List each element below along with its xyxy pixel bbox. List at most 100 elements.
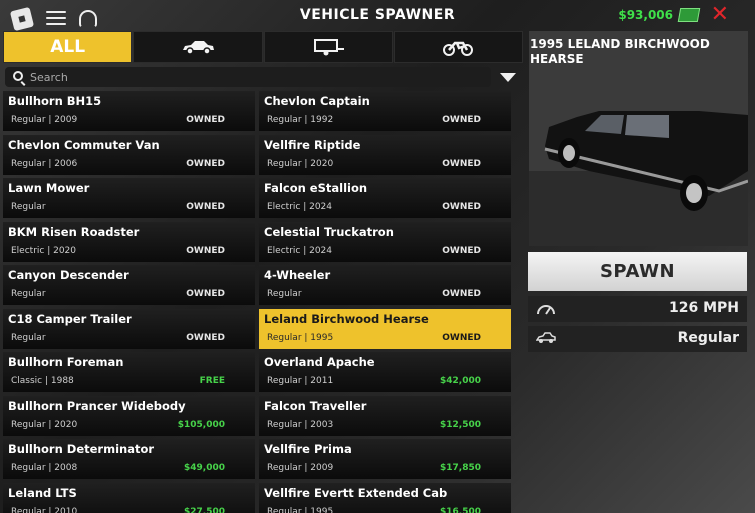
vehicle-name: Falcon Traveller	[264, 398, 367, 413]
vehicle-meta: Regular | 2003	[267, 419, 334, 430]
vehicle-meta: Regular | 2006	[11, 158, 78, 169]
vehicle-meta: Regular	[11, 202, 46, 212]
vehicle-name: Vellfire Evertt Extended Cab	[264, 485, 448, 500]
vehicle-name: Chevlon Commuter Van	[8, 137, 160, 152]
trailer-icon	[314, 39, 345, 56]
vehicle-name: Vellfire Prima	[264, 442, 352, 456]
tab-all[interactable]: ALL	[3, 31, 133, 63]
vehicle-name: Chevlon Captain	[264, 94, 370, 108]
vehicle-card[interactable]: Leland LTS Regular | 2010 $27,500	[3, 482, 255, 513]
tab-cars[interactable]	[133, 31, 263, 63]
selected-vehicle-title: 1995 LELAND BIRCHWOOD HEARSE	[530, 37, 710, 66]
vehicle-status: OWNED	[442, 115, 481, 125]
vehicle-name: Bullhorn Foreman	[8, 355, 124, 369]
speed-stat: 126 MPH	[528, 296, 747, 322]
vehicle-card[interactable]: Lawn Mower Regular OWNED	[3, 178, 255, 218]
vehicle-status: $27,500	[184, 506, 225, 513]
vehicle-meta: Regular | 2009	[11, 115, 78, 125]
car-icon	[182, 41, 214, 55]
search-icon	[13, 71, 23, 81]
close-button[interactable]: ✕	[711, 2, 729, 27]
vehicle-name: Leland LTS	[8, 485, 77, 500]
vehicle-meta: Regular | 1995	[267, 332, 334, 343]
tab-motorcycles[interactable]	[393, 31, 523, 63]
vehicle-card[interactable]: C18 Camper Trailer Regular OWNED	[3, 308, 255, 349]
vehicle-card[interactable]: Canyon Descender Regular OWNED	[3, 265, 255, 305]
vehicle-card[interactable]: Overland Apache Regular | 2011 $42,000	[259, 352, 511, 392]
top-bar: VEHICLE SPAWNER $93,006 ✕	[0, 0, 755, 32]
vehicle-card[interactable]: Celestial Truckatron Electric | 2024 OWNED	[259, 221, 511, 262]
vehicle-card[interactable]: Bullhorn Foreman Classic | 1988 FREE	[3, 352, 255, 392]
vehicle-list: Bullhorn BH15 Regular | 2009 OWNED Chevlon …	[3, 91, 513, 513]
vehicle-status: OWNED	[442, 245, 481, 256]
vehicle-meta: Regular | 2009	[267, 463, 334, 473]
vehicle-name: Bullhorn Determinator	[8, 442, 155, 456]
vehicle-name: Celestial Truckatron	[264, 224, 394, 239]
vehicle-meta: Regular	[11, 332, 46, 343]
speed-value: 126 MPH	[668, 300, 739, 316]
vehicle-name: BKM Risen Roadster	[8, 224, 140, 239]
vehicle-name: Leland Birchwood Hearse	[264, 311, 429, 326]
vehicle-card[interactable]: Chevlon Commuter Van Regular | 2006 OWNED	[3, 134, 255, 175]
vehicle-status: OWNED	[186, 158, 225, 169]
sort-dropdown-icon[interactable]	[500, 73, 516, 82]
class-stat: Regular	[528, 326, 747, 352]
vehicle-meta: Regular | 2008	[11, 463, 78, 473]
vehicle-name: Overland Apache	[264, 355, 375, 369]
vehicle-card[interactable]: Vellfire Evertt Extended Cab Regular | 19…	[259, 482, 511, 513]
vehicle-status: $49,000	[184, 463, 225, 473]
vehicle-meta: Regular | 2011	[267, 376, 334, 386]
vehicle-card[interactable]: BKM Risen Roadster Electric | 2020 OWNED	[3, 221, 255, 262]
vehicle-card[interactable]: Bullhorn Prancer Widebody Regular | 2020 $…	[3, 395, 255, 436]
tab-all-label: ALL	[50, 37, 86, 57]
vehicle-card[interactable]: 4-Wheeler Regular OWNED	[259, 265, 511, 305]
vehicle-status: OWNED	[442, 158, 481, 169]
vehicle-name: Bullhorn Prancer Widebody	[8, 398, 186, 413]
vehicle-name: Bullhorn BH15	[8, 94, 102, 108]
vehicle-meta: Electric | 2024	[267, 202, 333, 212]
class-value: Regular	[677, 330, 739, 346]
vehicle-name: 4-Wheeler	[264, 268, 331, 282]
vehicle-name: Falcon eStallion	[264, 181, 368, 195]
vehicle-card[interactable]: Leland Birchwood Hearse Regular | 1995 OWN…	[259, 308, 511, 349]
vehicle-name: Lawn Mower	[8, 181, 90, 195]
vehicle-status: $17,850	[440, 463, 481, 473]
category-tabs: ALL	[3, 31, 524, 63]
vehicle-status: OWNED	[186, 202, 225, 212]
vehicle-meta: Regular | 2020	[267, 158, 334, 169]
vehicle-card[interactable]: Chevlon Captain Regular | 1992 OWNED	[259, 91, 511, 131]
vehicle-meta: Regular | 2020	[11, 419, 78, 430]
vehicle-card[interactable]: Bullhorn Determinator Regular | 2008 $49,0…	[3, 439, 255, 479]
cash-icon	[677, 8, 701, 22]
vehicle-status: $16,500	[440, 506, 481, 513]
vehicle-card[interactable]: Vellfire Riptide Regular | 2020 OWNED	[259, 134, 511, 175]
motorcycle-icon	[443, 41, 474, 56]
vehicle-meta: Electric | 2024	[267, 245, 333, 256]
vehicle-card[interactable]: Bullhorn BH15 Regular | 2009 OWNED	[3, 91, 255, 131]
vehicle-status: FREE	[199, 376, 225, 386]
vehicle-card[interactable]: Falcon eStallion Electric | 2024 OWNED	[259, 178, 511, 218]
vehicle-status: $42,000	[440, 376, 481, 386]
vehicle-name: C18 Camper Trailer	[8, 311, 132, 326]
vehicle-status: OWNED	[186, 245, 225, 256]
vehicle-status: $105,000	[177, 419, 225, 430]
vehicle-status: OWNED	[186, 115, 225, 125]
vehicle-meta: Regular | 1995	[267, 506, 334, 513]
vehicle-meta: Electric | 2020	[11, 245, 77, 256]
vehicle-status: OWNED	[442, 289, 481, 299]
vehicle-status: OWNED	[442, 202, 481, 212]
search-input[interactable]	[30, 69, 480, 85]
vehicle-card[interactable]: Vellfire Prima Regular | 2009 $17,850	[259, 439, 511, 479]
vehicle-status: OWNED	[186, 289, 225, 299]
vehicle-card[interactable]: Falcon Traveller Regular | 2003 $12,500	[259, 395, 511, 436]
tab-trailers[interactable]	[263, 31, 393, 63]
vehicle-meta: Regular | 2010	[11, 506, 78, 513]
vehicle-meta: Regular | 1992	[267, 115, 334, 125]
vehicle-status: OWNED	[442, 332, 481, 343]
vehicle-status: OWNED	[186, 332, 225, 343]
vehicle-meta: Regular	[11, 289, 46, 299]
spawn-button[interactable]: SPAWN	[528, 252, 747, 291]
vehicle-meta: Regular	[267, 289, 302, 299]
vehicle-status: $12,500	[440, 419, 481, 430]
vehicle-meta: Classic | 1988	[11, 376, 74, 386]
